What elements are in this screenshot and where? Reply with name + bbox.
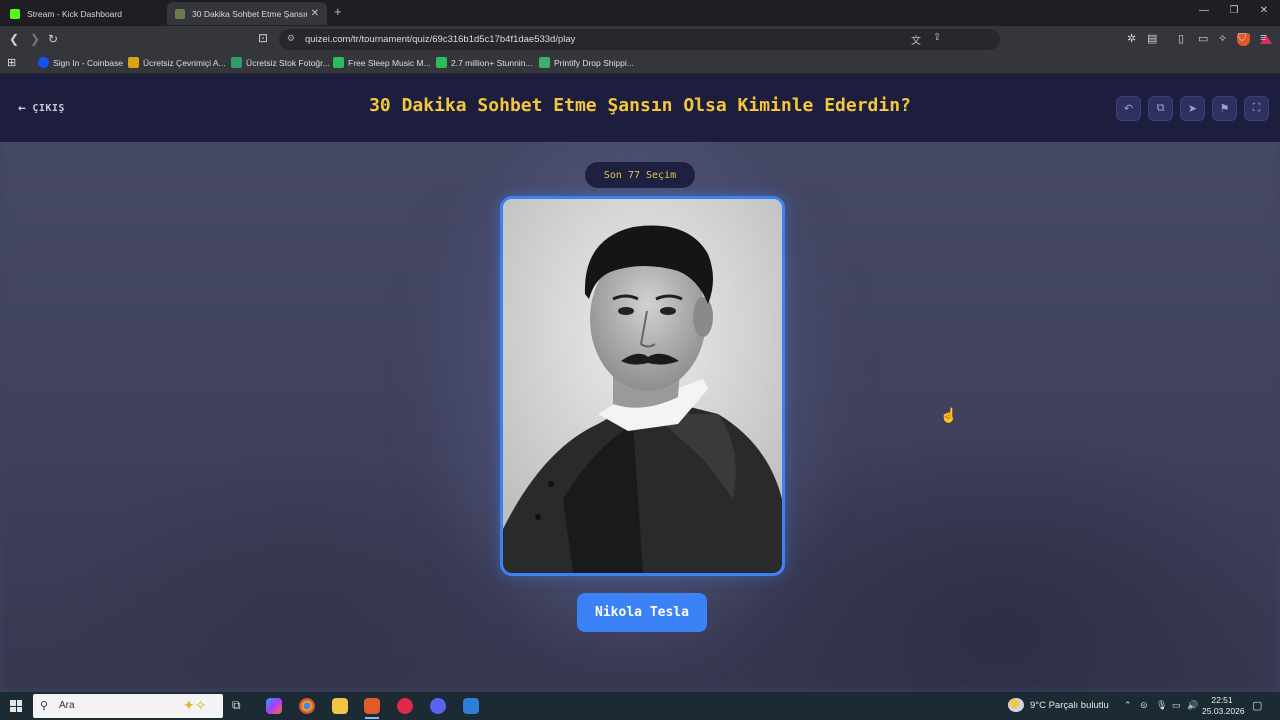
bookmark-stock-photos[interactable]: Ücretsiz Stok Fotoğr... xyxy=(231,57,330,68)
partly-cloudy-icon xyxy=(1008,698,1024,712)
search-icon: ⚲ xyxy=(40,700,49,712)
discord-icon[interactable] xyxy=(430,698,446,714)
coinbase-icon xyxy=(38,57,49,68)
media-player-icon[interactable] xyxy=(397,698,413,714)
network-icon[interactable]: ▭ xyxy=(1172,700,1181,711)
quiz-header: ← ÇIKIŞ 30 Dakika Sohbet Etme Şansın Ols… xyxy=(0,75,1280,142)
weather-text: 9°C Parçalı bulutlu xyxy=(1030,699,1109,711)
wallet-icon[interactable]: ▭ xyxy=(1198,32,1208,45)
microphone-icon[interactable]: 🎙 xyxy=(1156,700,1167,711)
tab-kick-dashboard[interactable]: Stream - Kick Dashboard xyxy=(2,2,166,25)
share-icon[interactable]: ⇪ xyxy=(933,32,941,43)
clock-time: 22:51 xyxy=(1211,695,1233,705)
hand-cursor-icon: ☝ xyxy=(940,407,958,423)
system-clock[interactable]: 22:51 25.03.2026 xyxy=(1202,695,1245,717)
brave-browser-icon[interactable] xyxy=(364,698,380,714)
candidate-name-button[interactable]: Nikola Tesla xyxy=(577,593,707,632)
windows-start-icon[interactable] xyxy=(10,700,22,712)
usb-icon[interactable]: ⊝ xyxy=(1140,700,1148,711)
sidebar-icon[interactable]: ▯ xyxy=(1178,32,1184,45)
tab-quiz[interactable]: 30 Dakika Sohbet Etme Şansın O ✕ xyxy=(167,2,327,25)
show-hidden-icons-icon[interactable]: ⌃ xyxy=(1124,700,1132,711)
weather-widget[interactable]: 9°C Parçalı bulutlu xyxy=(1008,698,1109,712)
bookmark-online-tool[interactable]: Ücretsiz Çevrimiçi A... xyxy=(128,57,226,68)
report-button[interactable]: ⚑ xyxy=(1212,96,1237,121)
close-tab-icon[interactable]: ✕ xyxy=(311,8,319,19)
volume-icon[interactable]: 🔊 xyxy=(1187,700,1198,711)
menu-icon[interactable]: ≡ xyxy=(1260,32,1266,44)
sparkle-icon: ✦✧ xyxy=(183,697,207,713)
forward-icon[interactable]: ❯ xyxy=(30,32,40,46)
browser-toolbar: ❮ ❯ ↻ ⊡ ⚙ quizei.com/tr/tournament/quiz/… xyxy=(0,26,1280,53)
kick-favicon-icon xyxy=(10,8,20,19)
bookmark-coinbase[interactable]: Sign In - Coinbase xyxy=(38,57,123,68)
printify-icon xyxy=(539,57,550,68)
bookmark-favicon-icon xyxy=(128,57,139,68)
reload-icon[interactable]: ↻ xyxy=(48,32,58,46)
url-text: quizei.com/tr/tournament/quiz/69c316b1d5… xyxy=(305,34,576,45)
quiz-title: 30 Dakika Sohbet Etme Şansın Olsa Kiminl… xyxy=(369,95,911,116)
app-window-icon[interactable] xyxy=(463,698,479,714)
address-bar[interactable]: ⚙ quizei.com/tr/tournament/quiz/69c316b1… xyxy=(279,29,1272,50)
quiz-page: ← ÇIKIŞ 30 Dakika Sohbet Etme Şansın Ols… xyxy=(0,75,1280,692)
task-view-icon[interactable]: ⧉ xyxy=(232,698,248,714)
extensions-icon[interactable]: ✲ xyxy=(1127,32,1136,45)
bookmark-sleep-music[interactable]: Free Sleep Music M... xyxy=(333,57,431,68)
bookmark-printify[interactable]: Printify Drop Shippi... xyxy=(539,57,634,68)
bookmark-label: Free Sleep Music M... xyxy=(348,57,431,68)
bookmark-label: Printify Drop Shippi... xyxy=(554,57,634,68)
bookmark-stunning[interactable]: 2.7 million+ Stunnin... xyxy=(436,57,533,68)
undo-icon: ↶ xyxy=(1123,103,1134,115)
chrome-icon[interactable] xyxy=(299,698,315,714)
pixabay-icon xyxy=(333,57,344,68)
copy-icon: ⧉ xyxy=(1156,102,1165,114)
fullscreen-button[interactable]: ⛶ xyxy=(1244,96,1269,121)
search-placeholder: Ara xyxy=(59,700,75,711)
fullscreen-icon: ⛶ xyxy=(1252,102,1261,114)
undo-button[interactable]: ↶ xyxy=(1116,96,1141,121)
candidate-portrait xyxy=(503,199,782,573)
flag-icon: ⚑ xyxy=(1219,103,1230,115)
bookmark-label: Ücretsiz Stok Fotoğr... xyxy=(246,57,330,68)
tab-title: 30 Dakika Sohbet Etme Şansın O xyxy=(192,8,307,19)
vpn-icon[interactable]: ⛉ xyxy=(1238,32,1246,45)
apps-grid-icon[interactable]: ⊞ xyxy=(7,56,16,69)
minimize-icon[interactable]: — xyxy=(1196,5,1212,16)
bookmark-icon[interactable]: ⊡ xyxy=(258,31,268,45)
round-badge: Son 77 Seçim xyxy=(585,162,695,188)
copy-button[interactable]: ⧉ xyxy=(1148,96,1173,121)
candidate-card[interactable] xyxy=(500,196,785,576)
send-button[interactable]: ➤ xyxy=(1180,96,1205,121)
tab-title: Stream - Kick Dashboard xyxy=(27,8,122,19)
tab-search-icon[interactable]: ▤ xyxy=(1147,32,1157,45)
notification-icon[interactable]: ▢ xyxy=(1252,699,1262,712)
send-icon: ➤ xyxy=(1187,103,1198,115)
browser-tab-strip: Stream - Kick Dashboard 30 Dakika Sohbet… xyxy=(0,0,1280,26)
bookmark-favicon-icon xyxy=(231,57,242,68)
taskbar-search[interactable]: ⚲ Ara ✦✧ xyxy=(33,694,223,718)
bookmark-label: Sign In - Coinbase xyxy=(53,57,123,68)
bookmark-label: Ücretsiz Çevrimiçi A... xyxy=(143,57,226,68)
pixabay-icon xyxy=(436,57,447,68)
restore-icon[interactable]: ❐ xyxy=(1226,5,1242,16)
translate-icon[interactable]: 文 xyxy=(911,32,921,47)
bookmark-label: 2.7 million+ Stunnin... xyxy=(451,57,533,68)
new-tab-icon[interactable]: + xyxy=(334,4,342,19)
clock-date: 25.03.2026 xyxy=(1202,706,1245,716)
active-app-indicator xyxy=(365,717,379,719)
site-settings-icon[interactable]: ⚙ xyxy=(287,33,295,44)
file-explorer-icon[interactable] xyxy=(332,698,348,714)
windows-taskbar: ⚲ Ara ✦✧ ⧉ 9°C Parçalı bulutlu ⌃ ⊝ 🎙 ▭ 🔊… xyxy=(0,692,1280,720)
bookmarks-bar: ⊞ Sign In - Coinbase Ücretsiz Çevrimiçi … xyxy=(0,53,1280,74)
back-icon[interactable]: ❮ xyxy=(9,32,19,46)
copilot-icon[interactable] xyxy=(266,698,282,714)
close-window-icon[interactable]: ✕ xyxy=(1256,5,1272,16)
leo-ai-icon[interactable]: ✧ xyxy=(1218,32,1227,45)
quiz-favicon-icon xyxy=(175,8,185,19)
